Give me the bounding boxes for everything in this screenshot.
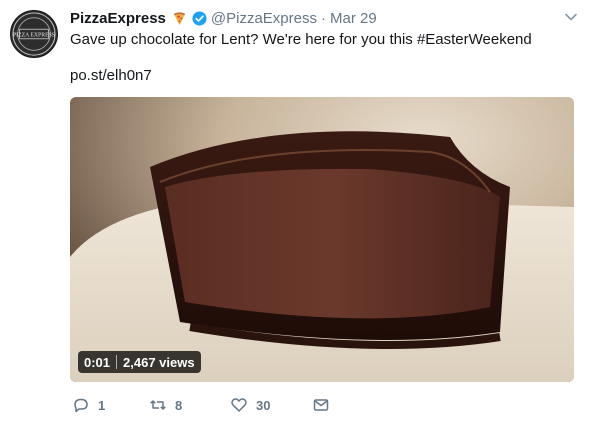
verified-badge-icon — [192, 10, 207, 26]
user-handle[interactable]: @PizzaExpress — [211, 10, 317, 27]
video-info-badge: 0:01 2,467 views — [78, 351, 201, 373]
tweet-text: Gave up chocolate for Lent? We're here f… — [70, 31, 532, 48]
action-bar: 1 8 30 — [72, 396, 372, 416]
like-count: 30 — [256, 397, 271, 413]
reply-count: 1 — [98, 397, 106, 413]
retweet-count: 8 — [175, 397, 183, 413]
svg-text:PIZZA EXPRESS: PIZZA EXPRESS — [13, 32, 55, 38]
tweet-date[interactable]: Mar 29 — [330, 10, 377, 27]
display-name[interactable]: PizzaExpress — [70, 10, 166, 27]
retweet-button[interactable]: 8 — [149, 396, 182, 414]
retweet-icon — [150, 400, 166, 410]
video-views: 2,467 views — [123, 354, 195, 370]
reply-icon — [74, 398, 88, 413]
video-player[interactable] — [70, 97, 574, 382]
pizza-emoji-icon — [172, 11, 187, 26]
direct-message-button[interactable] — [312, 396, 330, 414]
pizzaexpress-logo-icon: PIZZA EXPRESS — [12, 12, 56, 56]
tweet-link[interactable]: po.st/elh0n7 — [70, 67, 152, 84]
tweet: PIZZA EXPRESS PizzaExpress @PizzaExpress… — [0, 0, 590, 422]
chevron-down-icon[interactable] — [564, 10, 578, 24]
heart-icon — [231, 398, 247, 412]
tweet-header: PizzaExpress @PizzaExpress · Mar 29 — [70, 8, 377, 28]
like-button[interactable]: 30 — [230, 396, 270, 414]
video-time: 0:01 — [84, 354, 111, 370]
reply-button[interactable]: 1 — [72, 396, 105, 414]
separator-dot: · — [320, 9, 326, 27]
avatar[interactable]: PIZZA EXPRESS — [10, 10, 58, 58]
envelope-icon — [313, 399, 329, 411]
chocolate-cake-video-frame — [70, 97, 574, 382]
